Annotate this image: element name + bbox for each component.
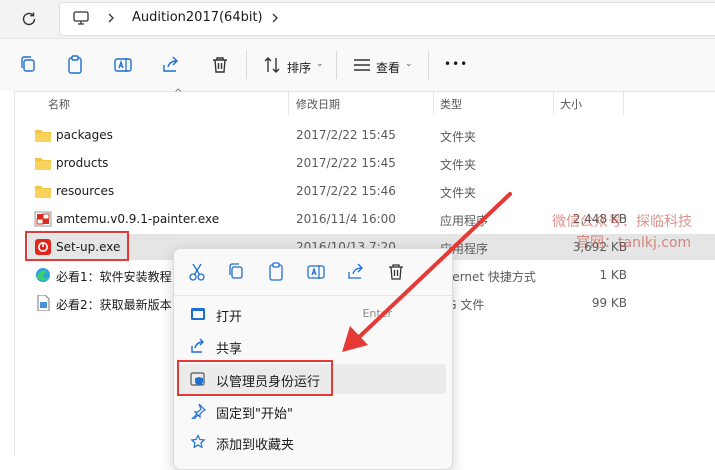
column-divider[interactable] bbox=[433, 91, 434, 115]
file-name: amtemu.v0.9.1-painter.exe bbox=[56, 212, 220, 226]
menu-item-open[interactable]: 打开 Enter bbox=[180, 299, 446, 329]
pin-icon bbox=[191, 403, 206, 419]
delete-icon[interactable] bbox=[208, 53, 232, 77]
watermark: 微信公众号：探临科技 官网：tanlkj.com bbox=[552, 212, 692, 254]
sort-icon[interactable] bbox=[260, 53, 284, 77]
cut-icon[interactable] bbox=[186, 261, 208, 283]
file-name: resources bbox=[56, 184, 115, 198]
column-size[interactable]: 大小 bbox=[560, 96, 582, 112]
watermark-line-1: 微信公众号：探临科技 bbox=[552, 214, 692, 230]
menu-item-run-as-admin[interactable]: 以管理员身份运行 bbox=[180, 364, 446, 394]
folder-icon bbox=[35, 130, 51, 142]
more-options-button[interactable]: ••• bbox=[444, 57, 468, 71]
chevron-right-icon[interactable] bbox=[104, 9, 118, 27]
file-type: nternet 快捷方式 bbox=[440, 270, 536, 284]
command-bar: 排序 ⌄ 查看 ⌄ ••• bbox=[0, 39, 715, 92]
address-bar: Audition2017(64bit) bbox=[0, 0, 715, 39]
folder-icon bbox=[35, 158, 51, 170]
rename-icon[interactable] bbox=[111, 53, 135, 77]
context-quick-actions bbox=[174, 249, 452, 296]
navigation-pane bbox=[0, 91, 15, 456]
folder-icon bbox=[35, 186, 51, 198]
column-type[interactable]: 类型 bbox=[440, 96, 462, 112]
file-name: 必看2：获取最新版本 bbox=[56, 298, 172, 312]
chevron-down-icon[interactable]: ⌄ bbox=[405, 59, 413, 69]
toolbar-separator bbox=[428, 51, 429, 79]
shield-icon bbox=[190, 372, 205, 386]
menu-item-share[interactable]: 共享 bbox=[180, 331, 446, 361]
file-date: 2016/11/4 16:00 bbox=[296, 212, 396, 226]
copy-icon[interactable] bbox=[225, 261, 247, 283]
file-date: 2017/2/22 15:46 bbox=[296, 184, 396, 198]
paste-icon[interactable] bbox=[63, 53, 87, 77]
file-type: 文件夹 bbox=[440, 158, 477, 172]
menu-item-label: 共享 bbox=[216, 342, 243, 357]
sort-button[interactable]: 排序 bbox=[287, 59, 311, 76]
delete-icon[interactable] bbox=[385, 261, 407, 283]
column-divider[interactable] bbox=[288, 91, 289, 115]
share-icon[interactable] bbox=[159, 53, 183, 77]
sort-ascending-icon: ^ bbox=[174, 88, 183, 99]
toolbar-separator bbox=[336, 51, 337, 79]
rename-icon[interactable] bbox=[305, 261, 327, 283]
column-divider[interactable] bbox=[623, 91, 624, 115]
file-name: Set-up.exe bbox=[56, 240, 121, 254]
refresh-icon[interactable] bbox=[18, 8, 40, 30]
column-divider[interactable] bbox=[553, 91, 554, 115]
file-date: 2017/2/22 15:45 bbox=[296, 128, 396, 142]
column-modified[interactable]: 修改日期 bbox=[296, 96, 340, 112]
file-size: 99 KB bbox=[591, 296, 627, 310]
menu-item-shortcut: Enter bbox=[362, 307, 392, 320]
breadcrumb-folder[interactable]: Audition2017(64bit) bbox=[132, 10, 263, 25]
file-row-products[interactable]: products 2017/2/22 15:45 文件夹 bbox=[28, 150, 715, 176]
file-type: 应用程序 bbox=[440, 214, 489, 228]
menu-item-add-to-favorites[interactable]: 添加到收藏夹 bbox=[180, 427, 446, 457]
this-pc-icon[interactable] bbox=[72, 9, 90, 27]
view-button[interactable]: 查看 bbox=[376, 59, 400, 76]
column-name[interactable]: 名称 bbox=[48, 96, 70, 112]
open-icon bbox=[191, 308, 205, 320]
file-name: products bbox=[56, 156, 109, 170]
menu-item-label: 打开 bbox=[216, 310, 243, 325]
file-row-packages[interactable]: packages 2017/2/22 15:45 文件夹 bbox=[28, 122, 715, 148]
toolbar-separator bbox=[246, 51, 247, 79]
share-icon[interactable] bbox=[345, 261, 367, 283]
chevron-down-icon[interactable]: ⌄ bbox=[316, 59, 324, 69]
context-menu: 打开 Enter 共享 以管理员身份运行 固定到"开始" 添加到收藏夹 bbox=[173, 248, 453, 470]
file-date: 2017/2/22 15:45 bbox=[296, 156, 396, 170]
file-type: 文件夹 bbox=[440, 186, 477, 200]
file-name: packages bbox=[56, 128, 113, 142]
file-row-resources[interactable]: resources 2017/2/22 15:46 文件夹 bbox=[28, 178, 715, 204]
copy-icon[interactable] bbox=[16, 53, 40, 77]
file-name: 必看1：软件安装教程 bbox=[56, 270, 172, 284]
file-type: 文件夹 bbox=[440, 130, 477, 144]
watermark-line-2: 官网：tanlkj.com bbox=[576, 235, 692, 251]
adobe-setup-icon bbox=[35, 239, 51, 255]
menu-item-label: 固定到"开始" bbox=[216, 407, 293, 422]
file-size: 1 KB bbox=[599, 268, 627, 282]
edge-shortcut-icon bbox=[36, 268, 50, 282]
star-icon bbox=[190, 434, 206, 449]
column-header: ^ 名称 修改日期 类型 大小 bbox=[14, 88, 715, 115]
menu-item-label: 添加到收藏夹 bbox=[216, 438, 295, 453]
image-file-icon bbox=[37, 295, 50, 311]
share-icon bbox=[191, 338, 204, 353]
paste-icon[interactable] bbox=[265, 261, 287, 283]
menu-item-label: 以管理员身份运行 bbox=[216, 375, 321, 390]
amtemu-exe-icon bbox=[34, 211, 52, 227]
view-icon[interactable] bbox=[350, 53, 374, 77]
chevron-right-icon[interactable] bbox=[268, 9, 282, 27]
menu-item-pin-to-start[interactable]: 固定到"开始" bbox=[180, 396, 446, 426]
